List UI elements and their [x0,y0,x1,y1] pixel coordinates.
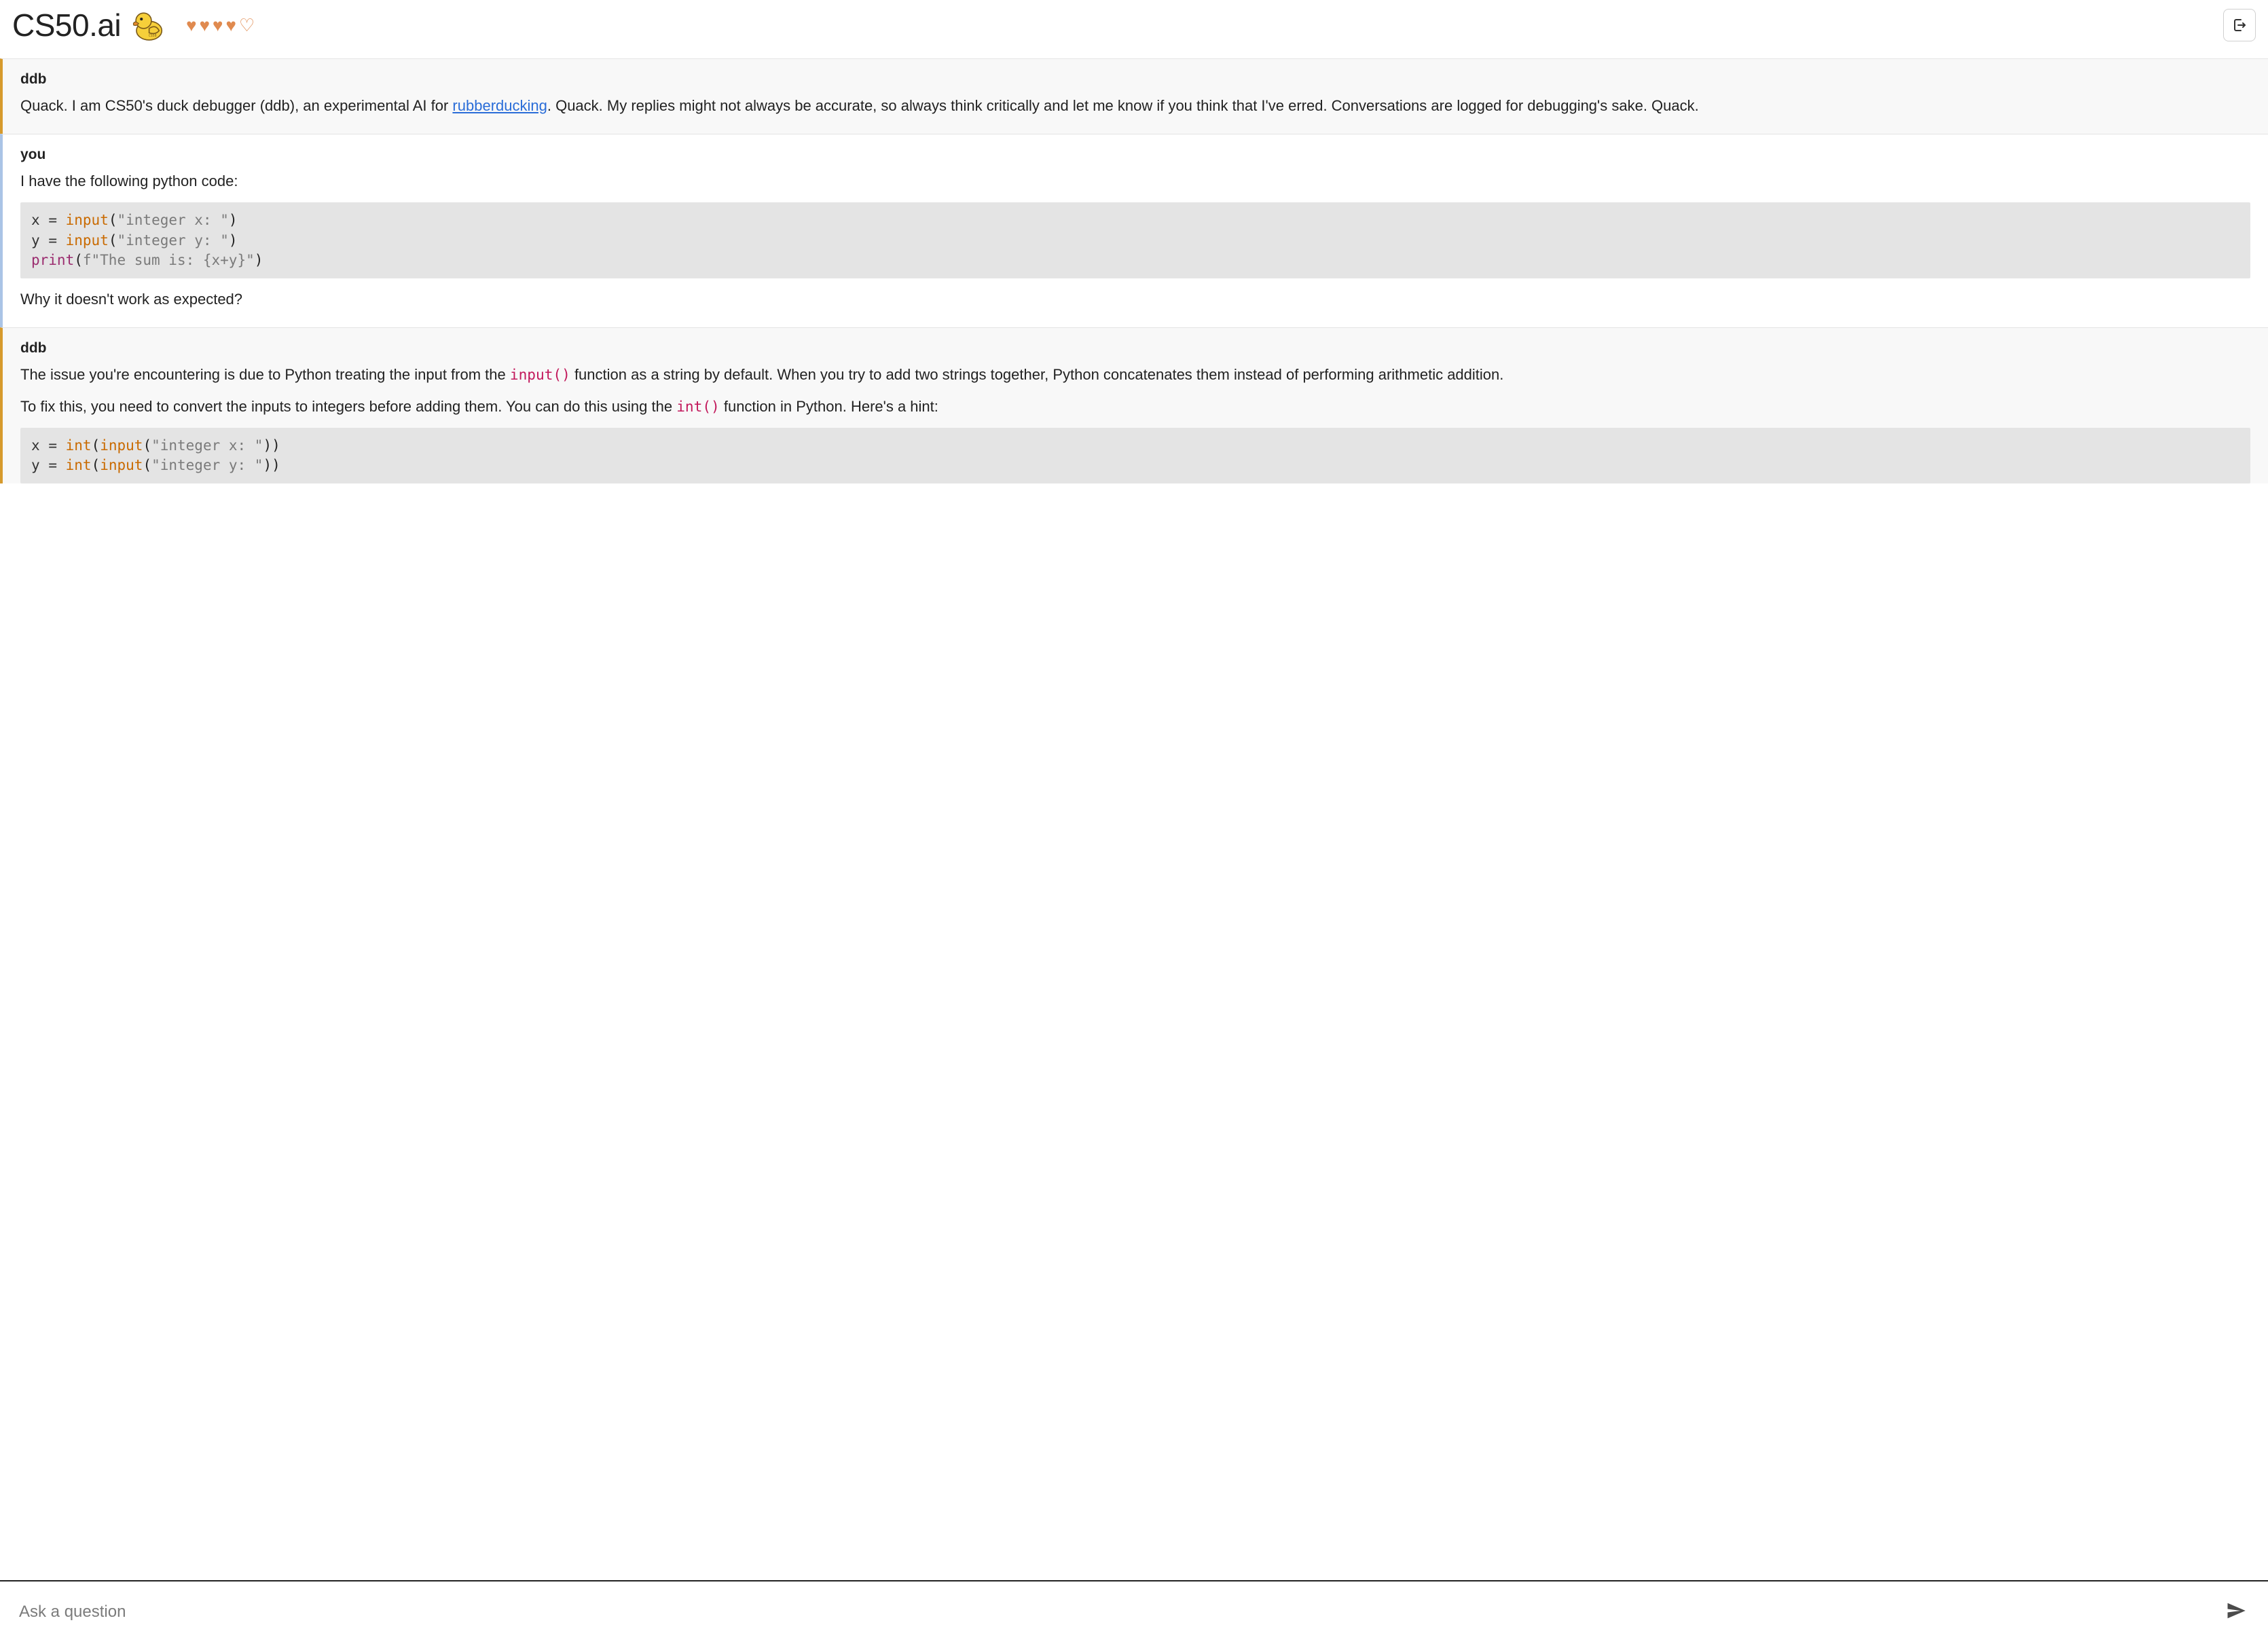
hearts-meter: ♥ ♥ ♥ ♥ ♡ [186,16,255,34]
inline-code: int() [676,398,720,415]
message-ddb: ddb Quack. I am CS50's duck debugger (dd… [0,58,2268,134]
composer [0,1580,2268,1646]
message-text: Quack. I am CS50's duck debugger (ddb), … [20,94,2250,117]
brand: CS50.ai CS50 ♥ ♥ ♥ ♥ ♡ [12,7,255,43]
message-body: I have the following python code: x = in… [20,170,2250,311]
duck-icon: CS50 [130,7,166,43]
message-text: The issue you're encountering is due to … [20,363,2250,386]
heart-icon: ♥ [186,16,196,34]
rubberducking-link[interactable]: rubberducking [452,97,547,114]
app-title: CS50.ai [12,7,121,43]
send-icon [2226,1601,2246,1621]
message-body: Quack. I am CS50's duck debugger (ddb), … [20,94,2250,117]
sender-label: ddb [20,71,2250,88]
code-block: x = int(input("integer x: ")) y = int(in… [20,428,2250,484]
sender-label: ddb [20,340,2250,356]
message-text: To fix this, you need to convert the inp… [20,395,2250,418]
heart-icon: ♥ [225,16,236,34]
message-text: I have the following python code: [20,170,2250,193]
message-text: Why it doesn't work as expected? [20,288,2250,311]
logout-icon [2231,17,2248,33]
conversation: ddb Quack. I am CS50's duck debugger (dd… [0,58,2268,1580]
message-body: The issue you're encountering is due to … [20,363,2250,483]
heart-icon: ♥ [200,16,210,34]
question-input[interactable] [18,1602,2208,1622]
message-ddb: ddb The issue you're encountering is due… [0,327,2268,483]
header: CS50.ai CS50 ♥ ♥ ♥ ♥ ♡ [0,0,2268,58]
heart-outline-icon: ♡ [239,16,255,34]
inline-code: input() [510,366,570,383]
message-you: you I have the following python code: x … [0,134,2268,328]
heart-icon: ♥ [213,16,223,34]
send-button[interactable] [2222,1596,2250,1627]
sender-label: you [20,147,2250,163]
code-block: x = input("integer x: ") y = input("inte… [20,202,2250,278]
svg-text:CS50: CS50 [149,34,157,38]
logout-button[interactable] [2223,9,2256,41]
